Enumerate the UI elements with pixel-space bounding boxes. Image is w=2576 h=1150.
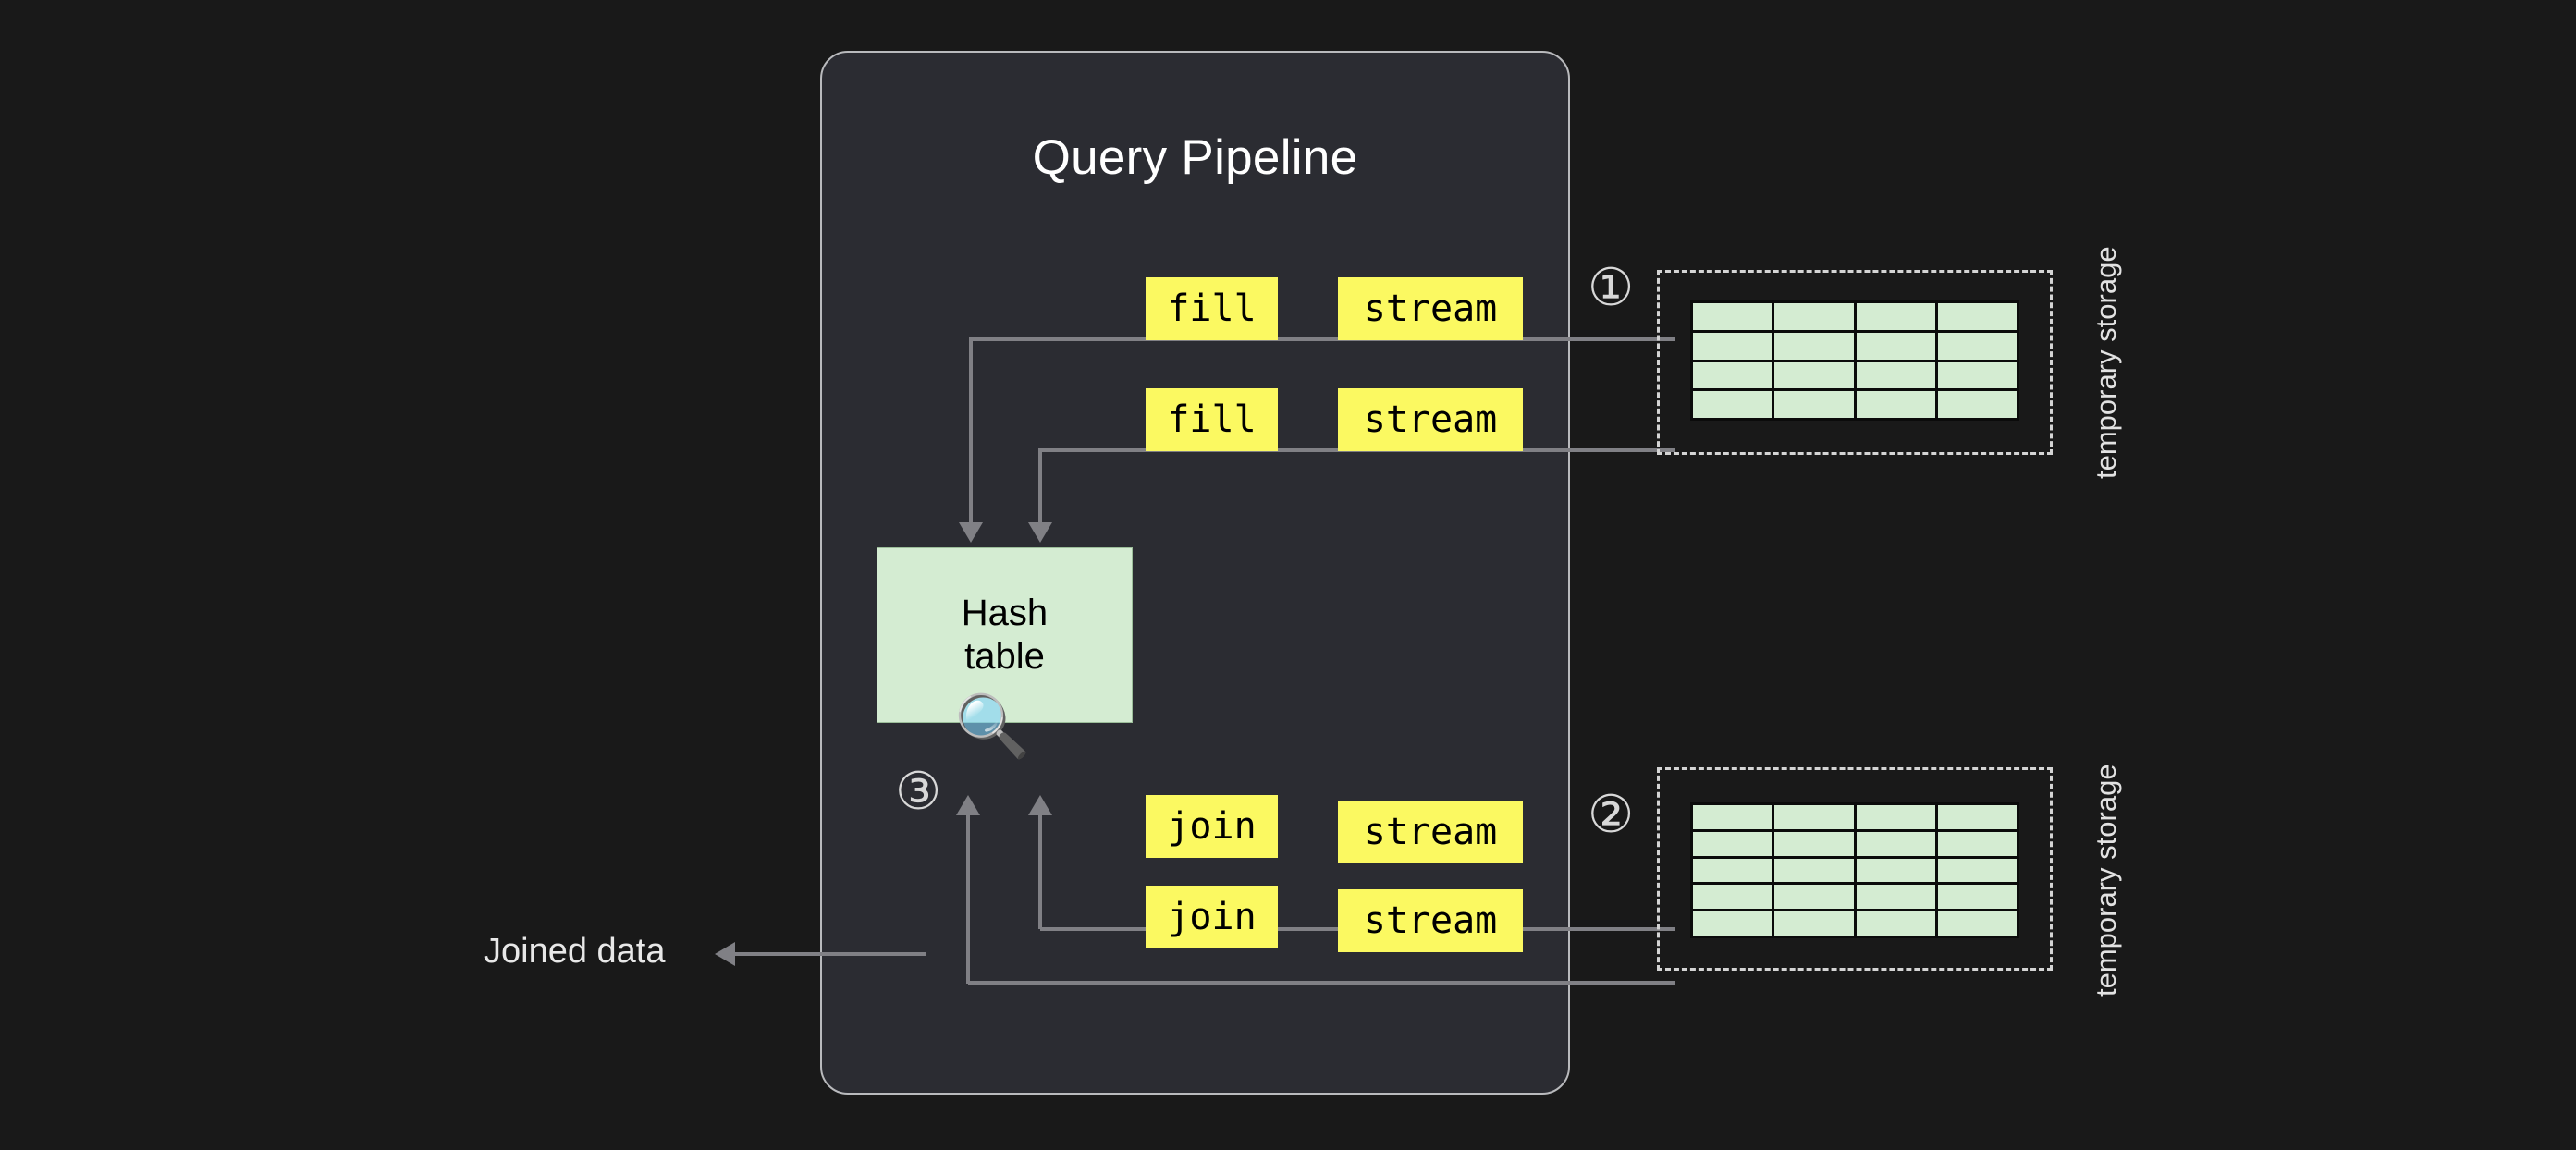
table-cell (1934, 802, 2020, 832)
diagram-canvas: Query Pipeline Joined data fill stream f… (0, 0, 2576, 1150)
fill-op-top-label: fill (1167, 288, 1257, 330)
page-title: Query Pipeline (1032, 130, 1358, 185)
table-cell (1772, 828, 1857, 859)
arrowhead-joined-data (715, 942, 735, 966)
fill-op-second-label: fill (1167, 398, 1257, 441)
table-row (1689, 388, 2020, 421)
arrowhead-fill-top-into-hashtable (959, 522, 983, 543)
table-cell (1934, 388, 2020, 421)
table-cell (1772, 300, 1857, 333)
table-cell (1853, 802, 1938, 832)
table-cell (1853, 855, 1938, 886)
table-cell (1689, 882, 1775, 912)
table-row (1689, 909, 2020, 938)
temporary-storage-bottom-label: temporary storage (2090, 764, 2122, 997)
connector-stream-bottom-to-storage (968, 981, 1675, 985)
table-row (1689, 359, 2020, 392)
table-cell (1934, 828, 2020, 859)
table-cell (1853, 388, 1938, 421)
step-1-marker: ① (1588, 258, 1635, 316)
table-cell (1934, 909, 2020, 938)
step-2-marker: ② (1588, 785, 1635, 843)
table-row (1689, 329, 2020, 362)
stream-op-third-label: stream (1363, 811, 1498, 853)
joined-data-label: Joined data (484, 932, 666, 971)
table-cell (1689, 388, 1775, 421)
temporary-storage-top-label: temporary storage (2090, 246, 2122, 479)
arrowhead-fill-second-into-hashtable (1028, 522, 1052, 543)
stream-op-bottom-label: stream (1363, 899, 1498, 942)
magnifying-glass-icon: 🔍 (954, 691, 1031, 760)
stream-op-top[interactable]: stream (1338, 277, 1523, 340)
connector-join-bottom-vertical (966, 815, 970, 984)
table-cell (1689, 300, 1775, 333)
step-3-marker: ③ (895, 762, 942, 820)
fill-op-top[interactable]: fill (1146, 277, 1278, 340)
join-op-bottom-label: join (1167, 896, 1257, 938)
table-cell (1689, 802, 1775, 832)
table-cell (1689, 359, 1775, 392)
table-cell (1689, 828, 1775, 859)
table-cell (1772, 855, 1857, 886)
connector-joined-data (735, 952, 926, 956)
table-cell (1689, 329, 1775, 362)
connector-fill-top-vertical (969, 337, 973, 522)
stream-op-top-label: stream (1363, 288, 1498, 330)
table-cell (1772, 388, 1857, 421)
table-cell (1772, 882, 1857, 912)
table-cell (1934, 329, 2020, 362)
table-cell (1772, 909, 1857, 938)
table-cell (1853, 828, 1938, 859)
stream-op-second-label: stream (1363, 398, 1498, 441)
table-cell (1934, 855, 2020, 886)
hash-table-label-line2: table (964, 636, 1045, 677)
join-op-bottom[interactable]: join (1146, 886, 1278, 948)
table-cell (1689, 855, 1775, 886)
arrowhead-join-top-into-hashtable (1028, 795, 1052, 815)
hash-table-label-line1: Hash (961, 592, 1049, 633)
table-cell (1772, 802, 1857, 832)
arrowhead-join-bottom-into-hashtable (956, 795, 980, 815)
table-row (1689, 855, 2020, 886)
table-cell (1934, 359, 2020, 392)
table-cell (1772, 329, 1857, 362)
connector-fill-second-vertical (1038, 448, 1042, 522)
temporary-storage-top-table[interactable] (1689, 300, 2020, 421)
table-row (1689, 802, 2020, 832)
table-cell (1853, 882, 1938, 912)
join-op-top[interactable]: join (1146, 795, 1278, 858)
table-cell (1853, 909, 1938, 938)
connector-join-top-vertical (1038, 815, 1042, 929)
table-cell (1772, 359, 1857, 392)
table-cell (1934, 882, 2020, 912)
table-cell (1934, 300, 2020, 333)
stream-op-third[interactable]: stream (1338, 801, 1523, 863)
stream-op-second[interactable]: stream (1338, 388, 1523, 451)
connector-stream-top-to-storage (971, 337, 1675, 341)
table-row (1689, 882, 2020, 912)
table-row (1689, 828, 2020, 859)
temporary-storage-bottom-table[interactable] (1689, 802, 2020, 938)
table-cell (1853, 300, 1938, 333)
fill-op-second[interactable]: fill (1146, 388, 1278, 451)
join-op-top-label: join (1167, 805, 1257, 848)
table-cell (1689, 909, 1775, 938)
table-cell (1853, 329, 1938, 362)
table-row (1689, 300, 2020, 333)
stream-op-bottom[interactable]: stream (1338, 889, 1523, 952)
table-cell (1853, 359, 1938, 392)
